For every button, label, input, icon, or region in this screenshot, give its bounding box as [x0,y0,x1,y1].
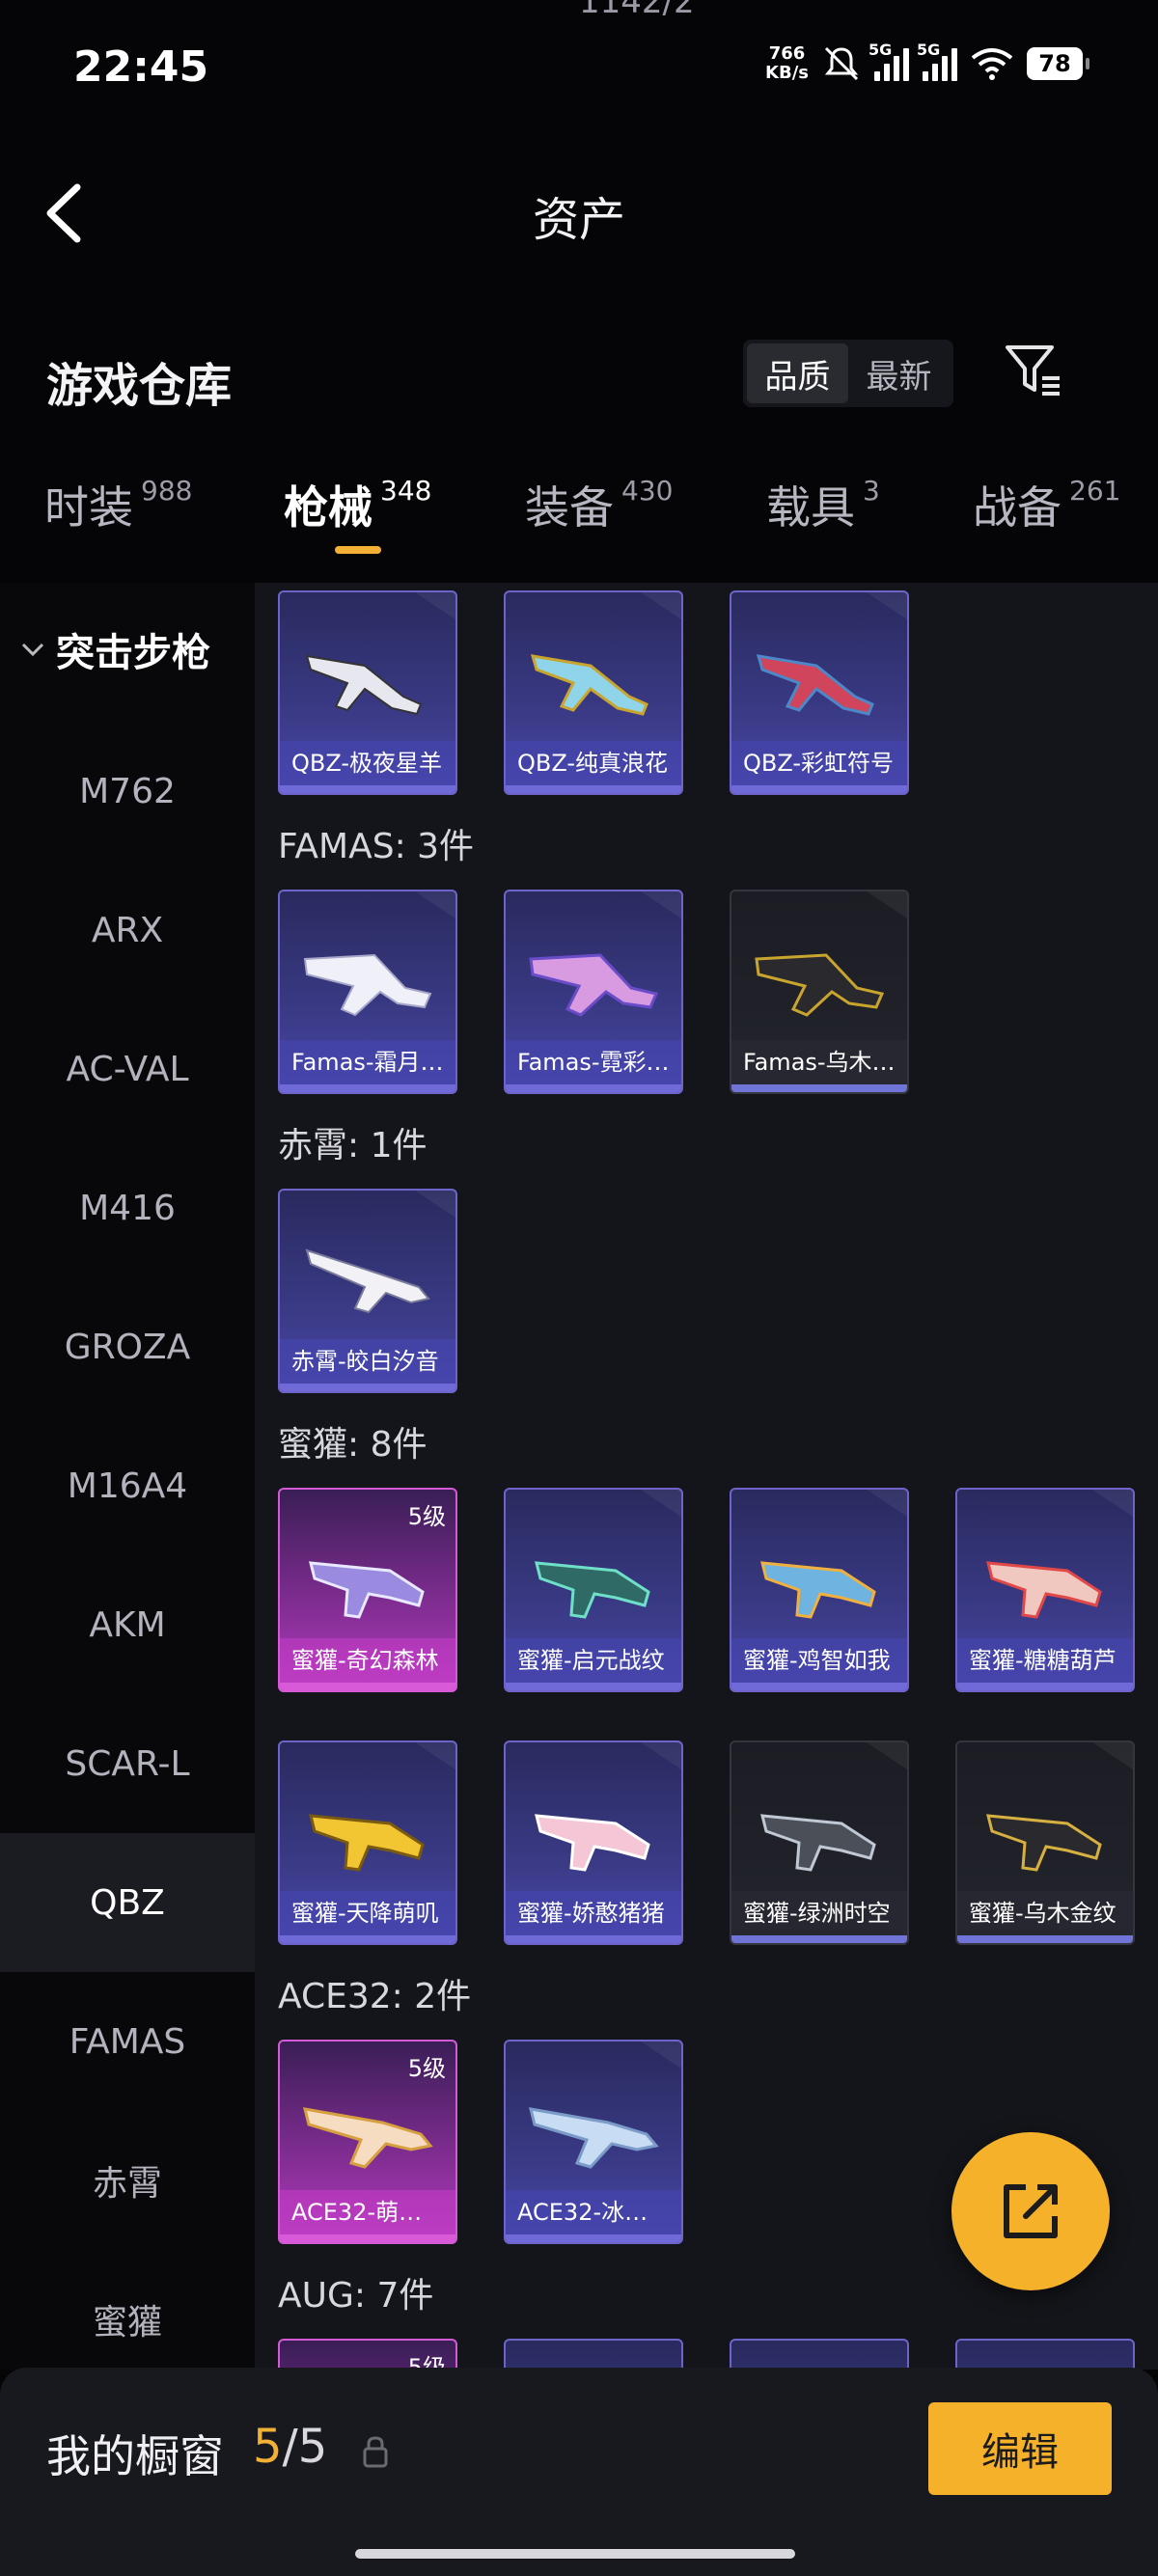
group-title-honey-badger: 蜜獾: 8件 [278,1425,427,1465]
smg-icon [760,1561,876,1619]
share-icon [1004,2184,1058,2238]
sidebar-item-m762[interactable]: M762 [0,722,255,861]
weapon-card[interactable]: Famas-霓彩… [504,890,683,1094]
warehouse-header: 游戏仓库 品质 最新 [0,328,1158,425]
smg-icon [986,1561,1102,1619]
weapon-card[interactable]: 蜜獾-娇憨猪猪 [504,1740,683,1945]
weapon-card[interactable]: 5级 [278,2339,457,2370]
sidebar-item-qbz[interactable]: QBZ [0,1833,255,1972]
weapon-card[interactable]: 5级 蜜獾-奇幻森林 [278,1488,457,1692]
sidebar-item-m416[interactable]: M416 [0,1138,255,1277]
weapon-card[interactable]: 蜜獾-绿洲时空 [730,1740,909,1945]
sidebar-item-ac-val[interactable]: AC-VAL [0,1000,255,1138]
app-header: 资产 [0,164,1158,260]
weapon-card[interactable] [730,2339,909,2370]
weapon-card[interactable]: 蜜獾-鸡智如我 [730,1488,909,1692]
weapon-grid: QBZ-极夜星羊 QBZ-纯真浪花 QBZ-彩虹符号 FAMAS: 3件 Fam… [255,583,1158,2370]
lock-icon [363,2436,388,2468]
rifle-icon [755,953,885,1017]
rifle-icon [528,2107,659,2169]
home-indicator[interactable] [355,2549,795,2559]
weapon-card[interactable]: 蜜獾-天降萌叽 [278,1740,457,1945]
showcase-count: 5/5 [253,2420,328,2474]
rifle-icon [530,654,648,716]
weapon-card[interactable]: 赤霄-皎白汐音 [278,1189,457,1393]
smg-icon [535,1561,650,1619]
signal-icon: 5G [917,41,957,81]
sidebar-item-akm[interactable]: AKM [0,1555,255,1694]
smg-icon [986,1814,1102,1872]
warehouse-label: 游戏仓库 [46,359,233,413]
sidebar-category-assault-rifle[interactable]: 突击步枪 [19,621,210,677]
showcase-label: 我的橱窗 [46,2430,224,2482]
battery-icon: 78 [1027,47,1089,80]
sort-newest-button[interactable]: 最新 [848,343,950,403]
signal-icon: 5G [868,41,909,81]
rifle-icon [529,953,659,1017]
tab-weapons[interactable]: 枪械 348 [284,473,431,554]
weapon-card[interactable]: QBZ-极夜星羊 [278,590,457,795]
weapon-card[interactable]: ACE32-冰晶… [504,2040,683,2244]
showcase-bar: 我的橱窗 5/5 编辑 [0,2368,1158,2576]
edit-button[interactable]: 编辑 [928,2402,1112,2495]
group-title-ace32: ACE32: 2件 [278,1977,472,2016]
rifle-icon [305,1248,430,1314]
weapon-card[interactable]: QBZ-彩虹符号 [730,590,909,795]
weapon-card[interactable] [504,2339,683,2370]
group-title-famas: FAMAS: 3件 [278,827,475,866]
weapon-card[interactable]: Famas-霜月… [278,890,457,1094]
notch-text: 1142/2 [579,0,695,21]
status-icons: 766 KB/s 5G 5G 78 [765,41,1089,83]
clock: 22:45 [73,42,209,92]
filter-icon[interactable] [1004,342,1063,399]
chevron-down-icon [21,643,44,657]
smg-icon [309,1814,425,1872]
weapon-sidebar: 突击步枪 M762 ARX AC-VAL M416 GROZA M16A4 AK… [0,583,255,2370]
weapon-card[interactable]: 蜜獾-启元战纹 [504,1488,683,1692]
page-title: 资产 [532,193,625,247]
rifle-icon [756,654,874,716]
smg-icon [760,1814,876,1872]
tab-supplies[interactable]: 战备 261 [973,473,1120,536]
network-speed: 766 KB/s [765,43,809,83]
level-badge: 5级 [407,2354,446,2370]
rifle-icon [302,2107,433,2169]
weapon-card[interactable]: 蜜獾-糖糖葫芦 [955,1488,1135,1692]
smg-icon [309,1561,425,1619]
mute-bell-icon [824,46,859,81]
tab-equipment[interactable]: 装备 430 [525,473,673,536]
share-button[interactable] [951,2132,1110,2290]
sidebar-item-arx[interactable]: ARX [0,861,255,1000]
sort-quality-button[interactable]: 品质 [747,343,848,403]
group-title-chixiao: 赤霄: 1件 [278,1126,427,1165]
weapon-card[interactable]: QBZ-纯真浪花 [504,590,683,795]
sidebar-item-scar-l[interactable]: SCAR-L [0,1694,255,1833]
status-bar: 22:45 1142/2 766 KB/s 5G 5G 78 [0,0,1158,135]
smg-icon [535,1814,650,1872]
weapon-card[interactable]: Famas-乌木… [730,890,909,1094]
tab-vehicles[interactable]: 载具 3 [766,473,880,536]
tab-fashion[interactable]: 时装 988 [44,473,192,536]
sidebar-item-chixiao[interactable]: 赤霄 [0,2111,255,2250]
weapon-card[interactable]: 5级 ACE32-萌骑… [278,2040,457,2244]
group-title-aug: AUG: 7件 [278,2276,434,2316]
wifi-icon [971,48,1013,80]
rifle-icon [305,654,423,716]
sidebar-item-groza[interactable]: GROZA [0,1277,255,1416]
tab-underline [284,546,431,554]
weapon-card[interactable]: 蜜獾-乌木金纹 [955,1740,1135,1945]
sidebar-item-m16a4[interactable]: M16A4 [0,1416,255,1555]
category-tabs: 时装 988 枪械 348 装备 430 载具 3 战备 261 [0,473,1158,569]
sidebar-item-famas[interactable]: FAMAS [0,1972,255,2111]
weapon-card[interactable] [955,2339,1135,2370]
rifle-icon [303,953,432,1017]
sort-toggle: 品质 最新 [743,340,953,407]
